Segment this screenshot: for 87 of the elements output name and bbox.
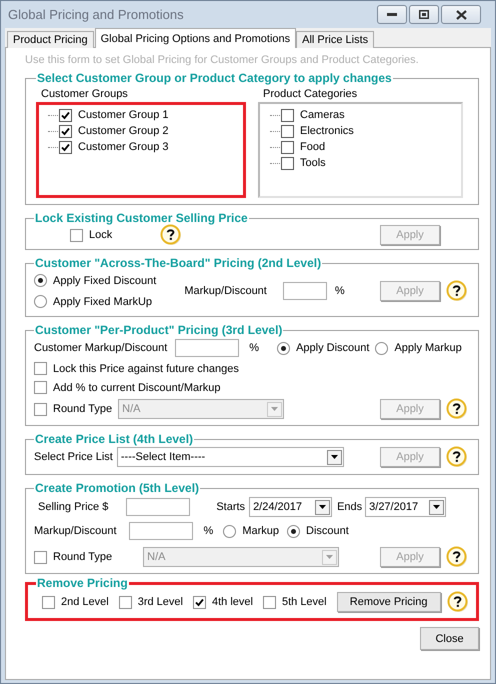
field-label: Selling Price $ [38,501,108,513]
close-icon [456,10,466,20]
tree-item[interactable]: Cameras [300,109,345,121]
checkbox-label: 3rd Level [138,596,183,608]
tree-item[interactable]: Tools [300,157,326,169]
help-icon[interactable] [446,398,468,420]
radio-button[interactable] [375,342,388,354]
checkbox[interactable] [281,156,294,170]
maximize-button[interactable] [409,5,439,24]
group-title: Lock Existing Customer Selling Price [34,211,249,225]
radio-button[interactable] [223,524,236,538]
tree-item[interactable]: Electronics [300,125,354,137]
field-label: Markup/Discount [34,525,117,537]
percent-sign: % [204,525,214,537]
radio-button[interactable] [277,342,290,354]
markup-field[interactable] [128,522,193,540]
close-button[interactable] [441,5,481,24]
radio-label: Markup [242,525,280,537]
price-list-dropdown[interactable]: ----Select Item---- [116,447,344,467]
checkbox-label: Round Type [53,403,112,415]
checkbox-label: 2nd Level [61,596,109,608]
markup-field[interactable] [282,282,327,300]
tab[interactable]: Global Pricing Options and Promotions [94,28,296,48]
checkbox[interactable] [262,596,276,608]
checkbox[interactable] [59,124,72,138]
tree-item[interactable]: Food [300,141,326,153]
markup-field[interactable] [175,339,240,357]
remove-pricing-button[interactable]: Remove Pricing [336,592,441,612]
field-label: Ends [337,501,362,513]
help-icon[interactable] [446,591,469,613]
checkbox-label: Lock this Price against future changes [53,362,239,374]
date-picker[interactable]: 3/27/2017 [365,497,446,517]
tree-item[interactable]: Customer Group 1 [78,109,168,121]
checkbox[interactable] [59,140,72,154]
checkbox-label: 4th level [212,596,253,608]
radio-label: Apply Fixed Discount [53,274,156,286]
list-label: Product Categories [263,88,358,100]
percent-sign: % [249,342,260,354]
radio-label: Apply Discount [296,342,370,354]
checkbox[interactable] [192,596,206,608]
field-label: Select Price List [34,451,113,463]
group-title: Create Price List (4th Level) [34,432,194,446]
radio-button[interactable] [34,274,47,287]
group-title: Create Promotion (5th Level) [34,481,200,495]
field-label: Markup/Discount [184,285,267,297]
radio-button[interactable] [34,295,47,308]
percent-sign: % [334,285,345,297]
radio-label: Apply Fixed MarkUp [53,296,152,308]
checkbox-label: Round Type [53,551,112,563]
checkbox-label: Add % to current Discount/Markup [53,382,221,394]
group-title: Select Customer Group or Product Category to apply changes [36,71,393,85]
tab[interactable]: Product Pricing [7,31,94,48]
maximize-icon [419,10,429,19]
field-label: Starts [216,501,246,513]
hint-text: Use this form to set Global Pricing for Customer Groups and Product Categories. [25,54,420,66]
checkbox[interactable] [34,362,47,375]
checkbox[interactable] [34,381,47,394]
radio-label: Discount [306,525,349,537]
checkbox[interactable] [281,140,294,154]
checkbox[interactable] [70,228,83,242]
help-icon[interactable] [446,546,468,568]
radio-label: Apply Markup [394,342,462,354]
checkbox[interactable] [281,108,294,122]
radio-button[interactable] [287,524,300,538]
tree-item[interactable]: Customer Group 3 [78,141,168,153]
list-label: Customer Groups [41,88,129,100]
selling-price-field[interactable] [126,498,190,516]
group-title: Remove Pricing [36,576,129,590]
checkbox-label: 5th Level [282,596,327,608]
minimize-icon [387,12,397,16]
checkbox[interactable] [118,596,132,608]
checkbox[interactable] [42,596,55,608]
help-icon[interactable] [160,224,182,246]
date-picker[interactable]: 2/24/2017 [249,497,332,517]
group-title: Customer "Per-Product" Pricing (3rd Level) [34,323,284,337]
tab[interactable]: All Price Lists [296,31,374,48]
minimize-button[interactable] [377,5,407,24]
checkbox[interactable] [281,124,294,138]
group-title: Customer "Across-The-Board" Pricing (2nd Level) [34,256,322,270]
tree-item[interactable]: Customer Group 2 [78,125,168,137]
checkbox-label: Lock [89,229,112,241]
help-icon[interactable] [446,280,468,302]
checkbox[interactable] [59,108,72,122]
help-icon[interactable] [446,446,468,468]
field-label: Customer Markup/Discount [34,342,168,354]
window-title: Global Pricing and Promotions [8,7,184,22]
close-button[interactable]: Close [420,627,479,650]
